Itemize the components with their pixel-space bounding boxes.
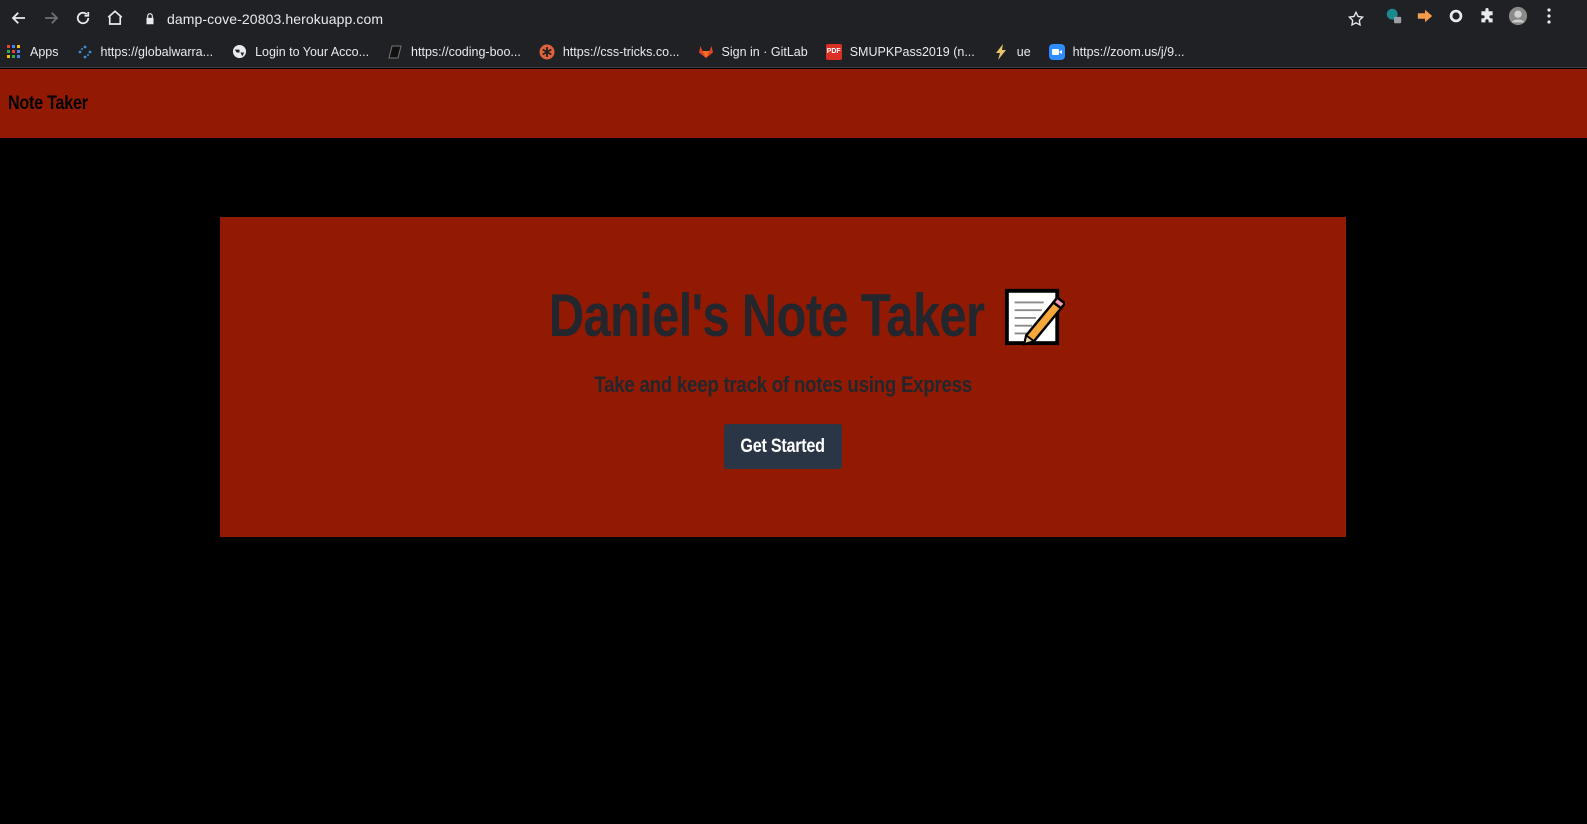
bookmark-label: https://globalwarra... bbox=[100, 44, 214, 59]
bookmark-apps[interactable]: Apps bbox=[6, 44, 59, 60]
menu-kebab-icon[interactable] bbox=[1539, 6, 1559, 26]
bookmark-login[interactable]: Login to Your Acco... bbox=[231, 44, 369, 60]
globe-icon bbox=[231, 44, 247, 60]
bolt-icon bbox=[993, 43, 1009, 60]
page-title: Daniel's Note Taker bbox=[549, 282, 985, 349]
bookmark-smupkpass[interactable]: PDF SMUPKPass2019 (n... bbox=[825, 43, 975, 60]
gitlab-icon bbox=[698, 44, 714, 60]
navbar: Note Taker bbox=[0, 69, 1587, 138]
bookmark-css-tricks[interactable]: https://css-tricks.co... bbox=[539, 44, 680, 60]
bookmark-label: https://coding-boo... bbox=[411, 44, 521, 59]
asterisk-icon bbox=[539, 44, 555, 60]
page-subtitle: Take and keep track of notes using Expre… bbox=[594, 372, 972, 397]
dots-icon bbox=[77, 44, 93, 60]
reload-icon[interactable] bbox=[68, 3, 98, 33]
bookmarks-bar: Apps https://globalwarra... Login to You… bbox=[0, 36, 1587, 68]
bookmark-ue[interactable]: ue bbox=[993, 43, 1031, 60]
get-started-label: Get Started bbox=[740, 436, 826, 457]
bookmark-label: Login to Your Acco... bbox=[255, 44, 370, 59]
memo-icon bbox=[1004, 288, 1065, 346]
address-bar[interactable]: damp-cove-20803.herokuapp.com bbox=[131, 4, 1371, 33]
zoom-icon bbox=[1048, 43, 1065, 60]
bookmark-gitlab[interactable]: Sign in · GitLab bbox=[698, 44, 808, 60]
url-text: damp-cove-20803.herokuapp.com bbox=[167, 10, 384, 27]
page: Note Taker Daniel's Note Taker Take and … bbox=[0, 69, 1587, 824]
bookmark-label: Sign in · GitLab bbox=[721, 44, 808, 59]
browser-toolbar: damp-cove-20803.herokuapp.com bbox=[0, 0, 1587, 36]
bookmark-zoom[interactable]: https://zoom.us/j/9... bbox=[1048, 43, 1185, 60]
home-icon[interactable] bbox=[100, 3, 130, 33]
bookmark-coding-boo[interactable]: https://coding-boo... bbox=[387, 44, 521, 60]
bookmark-label: Apps bbox=[30, 44, 59, 59]
avatar[interactable] bbox=[1508, 6, 1528, 26]
book-icon bbox=[387, 44, 403, 60]
puzzle-icon[interactable] bbox=[1477, 6, 1497, 26]
forward-icon[interactable] bbox=[36, 3, 66, 33]
bookmark-label: SMUPKPass2019 (n... bbox=[849, 44, 975, 59]
bookmark-label: ue bbox=[1016, 44, 1031, 59]
pdf-icon: PDF bbox=[825, 43, 842, 60]
extension-icon-1[interactable] bbox=[1384, 6, 1404, 26]
back-icon[interactable] bbox=[4, 3, 34, 33]
bookmark-label: https://css-tricks.co... bbox=[562, 44, 680, 59]
lock-icon bbox=[146, 12, 154, 24]
bookmark-label: https://zoom.us/j/9... bbox=[1072, 44, 1185, 59]
hero-jumbotron: Daniel's Note Taker Take and keep track … bbox=[220, 217, 1346, 537]
bookmark-star-icon[interactable] bbox=[1347, 10, 1365, 28]
apps-grid-icon bbox=[6, 44, 22, 60]
extension-icon-2[interactable] bbox=[1415, 6, 1435, 26]
get-started-button[interactable]: Get Started bbox=[724, 424, 842, 469]
extension-icon-3[interactable] bbox=[1446, 6, 1466, 26]
navbar-brand[interactable]: Note Taker bbox=[8, 93, 88, 115]
bookmark-globalwarra[interactable]: https://globalwarra... bbox=[77, 44, 214, 60]
